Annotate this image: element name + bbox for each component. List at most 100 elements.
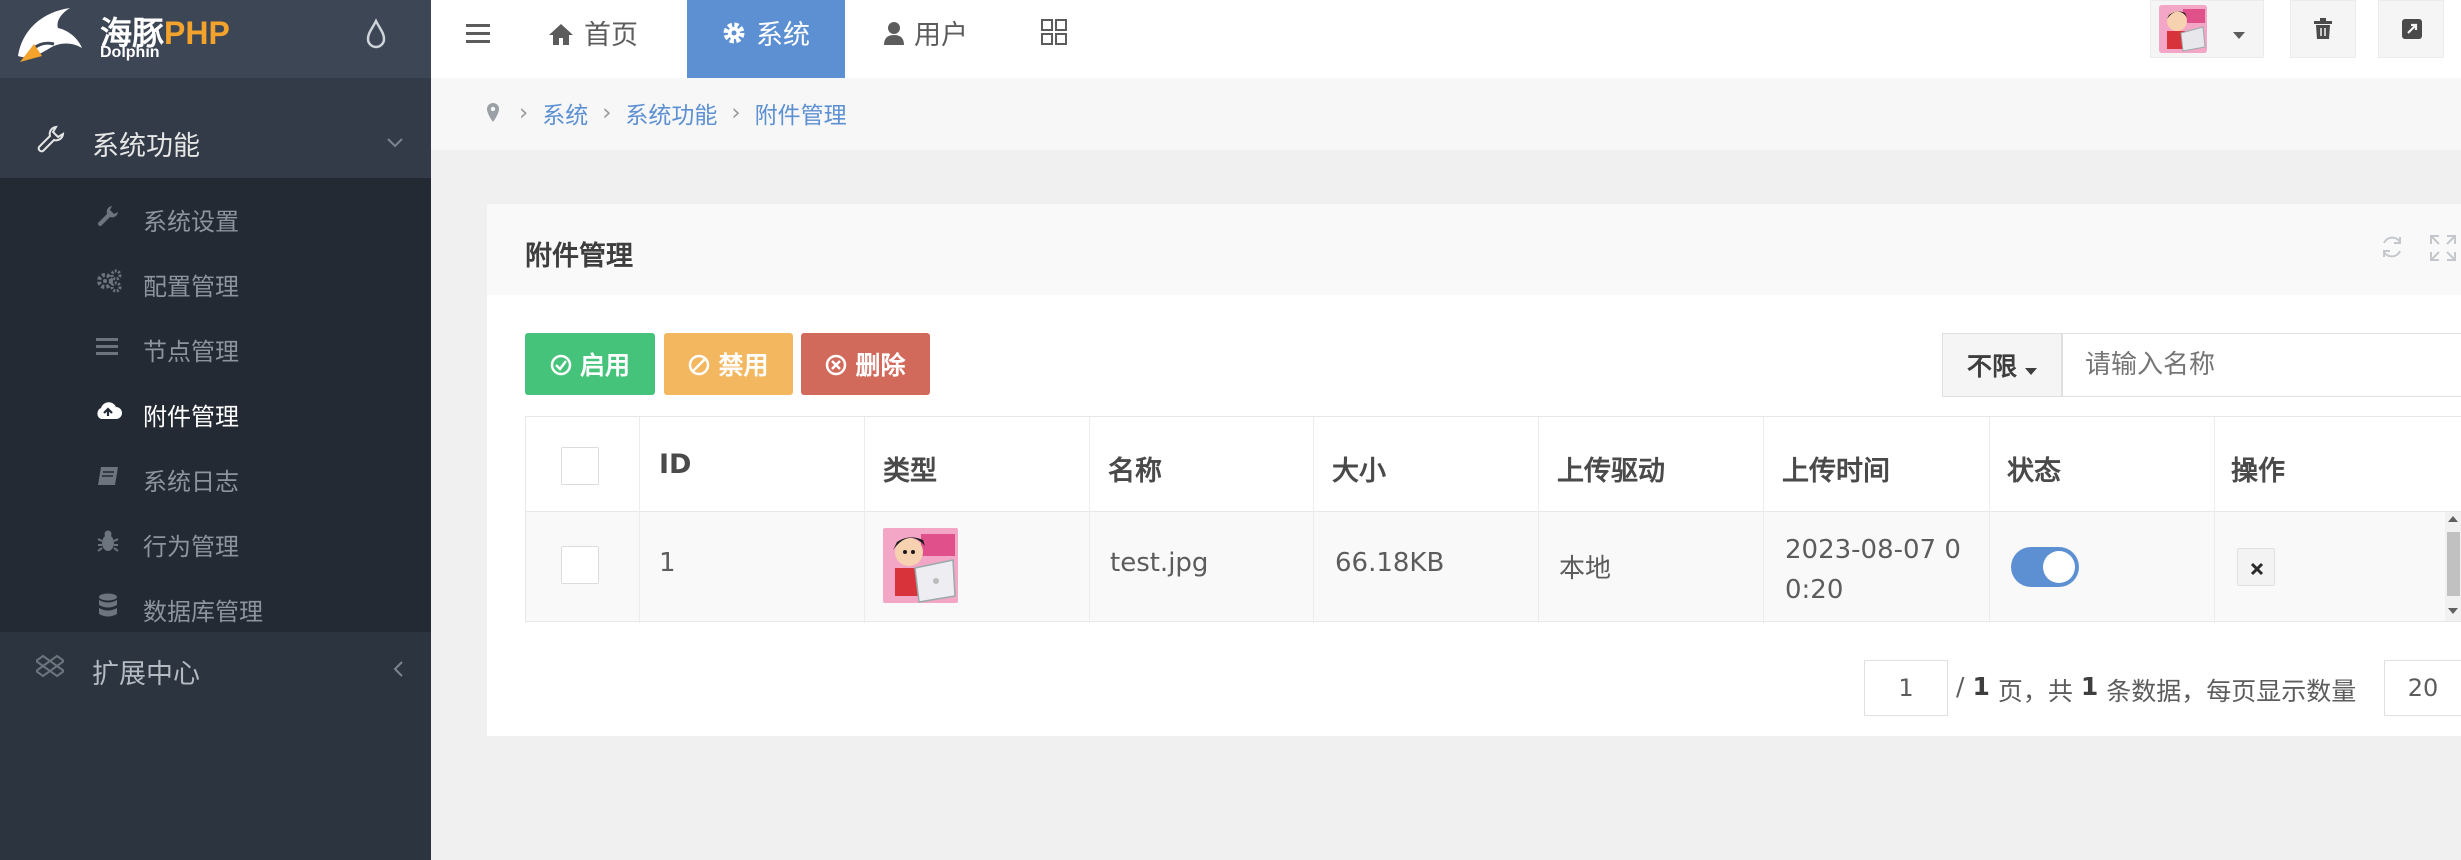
panel-header: 附件管理 <box>487 204 2461 295</box>
sidebar-item-logs[interactable]: 系统日志 <box>0 452 431 504</box>
record-count: 1 <box>2080 672 2099 701</box>
breadcrumb-separator: › <box>602 100 612 126</box>
brand-subtitle: Dolphin <box>100 44 160 61</box>
toggle-knob <box>2043 551 2075 583</box>
breadcrumb-link-system-functions[interactable]: 系统功能 <box>625 96 717 130</box>
sidebar-item-settings[interactable]: 系统设置 <box>0 192 431 244</box>
nav-home-label: 首页 <box>584 19 638 51</box>
table-row <box>526 512 2461 621</box>
user-menu-button[interactable] <box>2150 0 2264 58</box>
caret-down-icon <box>2025 361 2037 375</box>
theme-drop-icon[interactable] <box>364 18 388 50</box>
wrench-icon <box>36 124 66 154</box>
select-all-checkbox[interactable] <box>561 447 599 485</box>
nav-system[interactable]: 系统 <box>687 0 845 78</box>
table-header <box>526 417 2461 512</box>
cell-id: 1 <box>659 548 676 578</box>
sidebar-item-label: 系统设置 <box>143 208 239 236</box>
scrollbar-thumb[interactable] <box>2447 532 2460 596</box>
breadcrumb-separator: › <box>731 100 741 126</box>
sidebar-item-label: 节点管理 <box>143 338 239 366</box>
user-icon <box>884 21 904 45</box>
per-page-input[interactable] <box>2384 660 2461 716</box>
sidebar-item-label: 系统日志 <box>143 468 239 496</box>
close-icon <box>2250 561 2264 576</box>
sidebar-group-label: 系统功能 <box>92 131 200 162</box>
map-marker-icon <box>486 102 500 124</box>
upload-time-line2: 0:20 <box>1785 575 1844 605</box>
sidebar-item-config[interactable]: 配置管理 <box>0 257 431 309</box>
enable-button[interactable]: 启用 <box>525 333 655 395</box>
sidebar-group-system[interactable]: 系统功能 <box>0 78 431 178</box>
brand-php: PHP <box>164 15 230 51</box>
nav-system-label: 系统 <box>756 19 810 51</box>
avatar <box>2159 5 2207 53</box>
sidebar-item-label: 数据库管理 <box>143 598 263 626</box>
pagination-text-1: 页，共 <box>1997 677 2073 706</box>
status-toggle[interactable] <box>2011 547 2079 587</box>
nav-user[interactable]: 用户 <box>884 0 1004 78</box>
page-number-input[interactable] <box>1864 660 1948 716</box>
breadcrumb-current[interactable]: 附件管理 <box>755 96 847 130</box>
scroll-down-arrow-icon[interactable] <box>2448 608 2458 614</box>
open-frontend-button[interactable] <box>2378 0 2444 58</box>
panel-title: 附件管理 <box>525 241 633 272</box>
upload-time-line1: 2023-08-07 0 <box>1785 535 1961 565</box>
book-icon <box>96 465 120 487</box>
cloud-upload-icon <box>94 399 122 423</box>
brand-bar: 海豚 PHP Dolphin <box>0 0 431 78</box>
column-header-status[interactable]: 状态 <box>2007 449 2061 488</box>
sidebar-item-nodes[interactable]: 节点管理 <box>0 322 431 374</box>
refresh-icon[interactable] <box>2379 234 2405 260</box>
check-circle-icon <box>550 353 572 376</box>
gear-icon <box>722 21 746 45</box>
external-link-icon <box>2401 18 2423 40</box>
column-header-name[interactable]: 名称 <box>1108 449 1162 488</box>
column-header-actions[interactable]: 操作 <box>2231 449 2285 488</box>
menu-toggle-icon[interactable] <box>466 22 490 44</box>
apps-grid-icon[interactable] <box>1040 18 1068 46</box>
scroll-up-arrow-icon[interactable] <box>2448 516 2458 522</box>
sidebar-item-database[interactable]: 数据库管理 <box>0 582 431 634</box>
search-input[interactable] <box>2062 333 2461 397</box>
filter-dropdown[interactable]: 不限 <box>1942 333 2062 397</box>
ban-icon <box>688 353 710 376</box>
disable-button[interactable]: 禁用 <box>664 333 793 395</box>
enable-button-label: 启用 <box>579 351 630 380</box>
dolphin-logo-icon <box>12 4 88 68</box>
file-thumbnail[interactable] <box>883 528 958 603</box>
table-scrollbar[interactable] <box>2445 512 2461 621</box>
sidebar-submenu: 系统设置 配置管理 节点管理 附件管理 系统日志 行为管理 数据库管理 <box>0 178 431 632</box>
fullscreen-icon[interactable] <box>2429 234 2457 262</box>
home-icon <box>548 22 574 46</box>
delete-button-label: 删除 <box>855 351 906 380</box>
cell-upload-time: 2023-08-07 0 0:20 <box>1785 530 1961 610</box>
column-header-upload-time[interactable]: 上传时间 <box>1782 449 1890 488</box>
sidebar-item-behavior[interactable]: 行为管理 <box>0 517 431 569</box>
clear-cache-button[interactable] <box>2290 0 2356 58</box>
delete-row-button[interactable] <box>2237 548 2275 586</box>
chevron-down-icon <box>386 134 404 148</box>
caret-down-icon <box>2233 25 2245 39</box>
sidebar-group-label: 扩展中心 <box>92 659 200 690</box>
breadcrumb: › 系统 › 系统功能 › 附件管理 <box>431 78 2461 150</box>
trash-icon <box>2313 18 2333 40</box>
pagination-text-2: 条数据，每页显示数量 <box>2106 677 2357 706</box>
disable-button-label: 禁用 <box>718 351 769 380</box>
wrench-icon <box>96 204 120 228</box>
column-header-id[interactable]: ID <box>659 449 691 480</box>
delete-button[interactable]: 删除 <box>801 333 930 395</box>
column-header-size[interactable]: 大小 <box>1332 449 1386 488</box>
row-checkbox[interactable] <box>561 546 599 584</box>
attachment-table: ID 类型 名称 大小 上传驱动 上传时间 状态 操作 1 test.jpg 6… <box>525 416 2461 623</box>
page-separator: / <box>1956 672 1965 701</box>
sidebar-item-label: 配置管理 <box>143 273 239 301</box>
column-header-type[interactable]: 类型 <box>883 449 937 488</box>
filter-dropdown-label: 不限 <box>1966 352 2017 381</box>
cell-size: 66.18KB <box>1335 548 1445 578</box>
sidebar-group-extensions[interactable]: 扩展中心 <box>0 634 431 706</box>
nav-home[interactable]: 首页 <box>548 0 668 78</box>
breadcrumb-link-system[interactable]: 系统 <box>542 96 588 130</box>
sidebar-item-attachments[interactable]: 附件管理 <box>0 387 431 439</box>
column-header-driver[interactable]: 上传驱动 <box>1557 449 1665 488</box>
